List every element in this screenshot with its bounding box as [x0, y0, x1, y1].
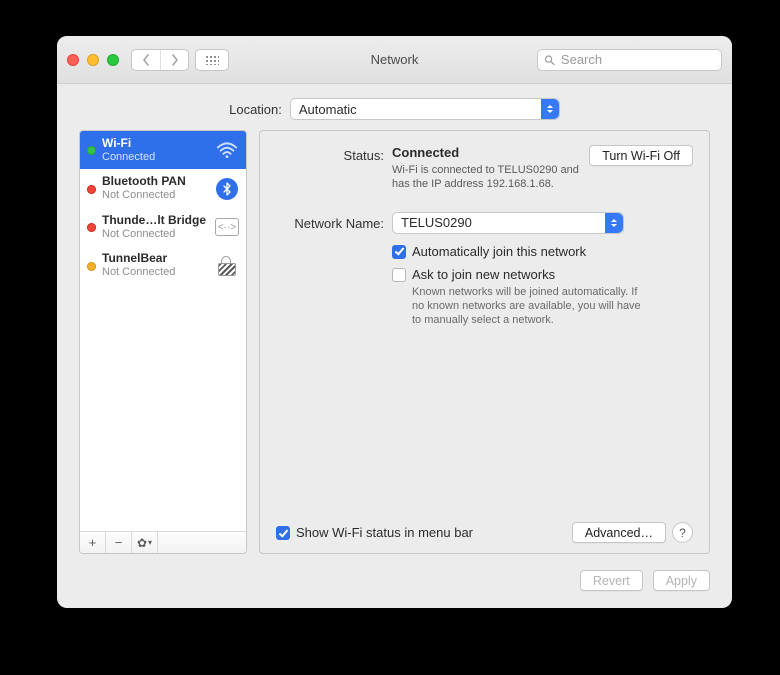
revert-button[interactable]: Revert — [580, 570, 643, 591]
location-label: Location: — [229, 102, 282, 117]
titlebar: Network — [57, 36, 732, 84]
network-name-row: Network Name: TELUS0290 — [276, 212, 693, 234]
services-toolbar: + − ✿▾ — [80, 531, 246, 553]
service-status: Not Connected — [102, 228, 209, 241]
service-bluetooth-pan[interactable]: Bluetooth PAN Not Connected — [80, 169, 246, 207]
add-service-button[interactable]: + — [80, 532, 106, 553]
location-row: Location: Automatic — [57, 84, 732, 130]
close-window-button[interactable] — [67, 54, 79, 66]
help-button[interactable]: ? — [672, 522, 693, 543]
advanced-button[interactable]: Advanced… — [572, 522, 666, 543]
status-dot — [87, 185, 96, 194]
status-value: Connected — [392, 145, 459, 160]
remove-service-button[interactable]: − — [106, 532, 132, 553]
status-row: Status: Connected Wi-Fi is connected to … — [276, 145, 693, 192]
network-name-label: Network Name: — [276, 214, 384, 231]
status-description: Wi-Fi is connected to TELUS0290 and has … — [392, 163, 581, 192]
detail-footer: Show Wi-Fi status in menu bar Advanced… … — [276, 522, 693, 543]
grid-icon — [205, 55, 219, 65]
show-status-menubar-checkbox[interactable] — [276, 526, 290, 540]
service-tunnelbear[interactable]: TunnelBear Not Connected — [80, 246, 246, 284]
service-detail-panel: Status: Connected Wi-Fi is connected to … — [259, 130, 710, 554]
chevron-left-icon — [142, 54, 150, 66]
service-status: Not Connected — [102, 189, 209, 202]
location-popup[interactable]: Automatic — [290, 98, 560, 120]
service-status: Not Connected — [102, 266, 209, 279]
status-dot — [87, 223, 96, 232]
auto-join-checkbox-row[interactable]: Automatically join this network — [392, 244, 693, 259]
ask-join-checkbox-row[interactable]: Ask to join new networks Known networks … — [392, 267, 693, 328]
network-name-value: TELUS0290 — [401, 215, 472, 230]
service-actions-button[interactable]: ✿▾ — [132, 532, 158, 553]
services-list: Wi-Fi Connected Bluetooth PAN Not Connec… — [80, 131, 246, 531]
minimize-window-button[interactable] — [87, 54, 99, 66]
status-label: Status: — [276, 145, 384, 163]
network-name-popup[interactable]: TELUS0290 — [392, 212, 624, 234]
service-status: Connected — [102, 151, 209, 164]
nav-back-forward — [131, 49, 189, 71]
ask-join-label: Ask to join new networks — [412, 267, 555, 282]
auto-join-label: Automatically join this network — [412, 244, 586, 259]
service-name: Thunde…lt Bridge — [102, 214, 209, 228]
service-wifi[interactable]: Wi-Fi Connected — [80, 131, 246, 169]
service-thunderbolt-bridge[interactable]: Thunde…lt Bridge Not Connected <··> — [80, 208, 246, 246]
show-all-button[interactable] — [195, 49, 229, 71]
apply-button[interactable]: Apply — [653, 570, 710, 591]
services-sidebar: Wi-Fi Connected Bluetooth PAN Not Connec… — [79, 130, 247, 554]
window-footer: Revert Apply — [57, 568, 732, 605]
zoom-window-button[interactable] — [107, 54, 119, 66]
updown-icon — [541, 99, 559, 119]
body: Wi-Fi Connected Bluetooth PAN Not Connec… — [57, 130, 732, 568]
search-icon — [544, 54, 555, 66]
service-name: Wi-Fi — [102, 137, 209, 151]
chevron-down-icon: ▾ — [148, 538, 152, 547]
location-value: Automatic — [299, 102, 357, 117]
bluetooth-icon — [215, 177, 239, 201]
back-button[interactable] — [132, 50, 160, 70]
window-controls — [67, 54, 119, 66]
auto-join-checkbox[interactable] — [392, 245, 406, 259]
service-name: TunnelBear — [102, 252, 209, 266]
show-status-menubar-label: Show Wi-Fi status in menu bar — [296, 525, 473, 540]
ask-join-help: Known networks will be joined automatica… — [412, 285, 642, 328]
forward-button[interactable] — [160, 50, 188, 70]
status-dot — [87, 146, 96, 155]
vpn-lock-icon — [215, 254, 239, 278]
network-prefs-window: Network Location: Automatic Wi-Fi Connec… — [57, 36, 732, 608]
ask-join-checkbox[interactable] — [392, 268, 406, 282]
wifi-icon — [215, 138, 239, 162]
search-input[interactable] — [559, 51, 715, 68]
service-name: Bluetooth PAN — [102, 175, 209, 189]
turn-wifi-off-button[interactable]: Turn Wi-Fi Off — [589, 145, 693, 166]
search-field-wrap[interactable] — [537, 49, 722, 71]
chevron-right-icon — [171, 54, 179, 66]
status-dot — [87, 262, 96, 271]
gear-icon: ✿ — [137, 536, 147, 550]
toolbar-spacer — [158, 532, 246, 553]
thunderbolt-bridge-icon: <··> — [215, 215, 239, 239]
updown-icon — [605, 213, 623, 233]
